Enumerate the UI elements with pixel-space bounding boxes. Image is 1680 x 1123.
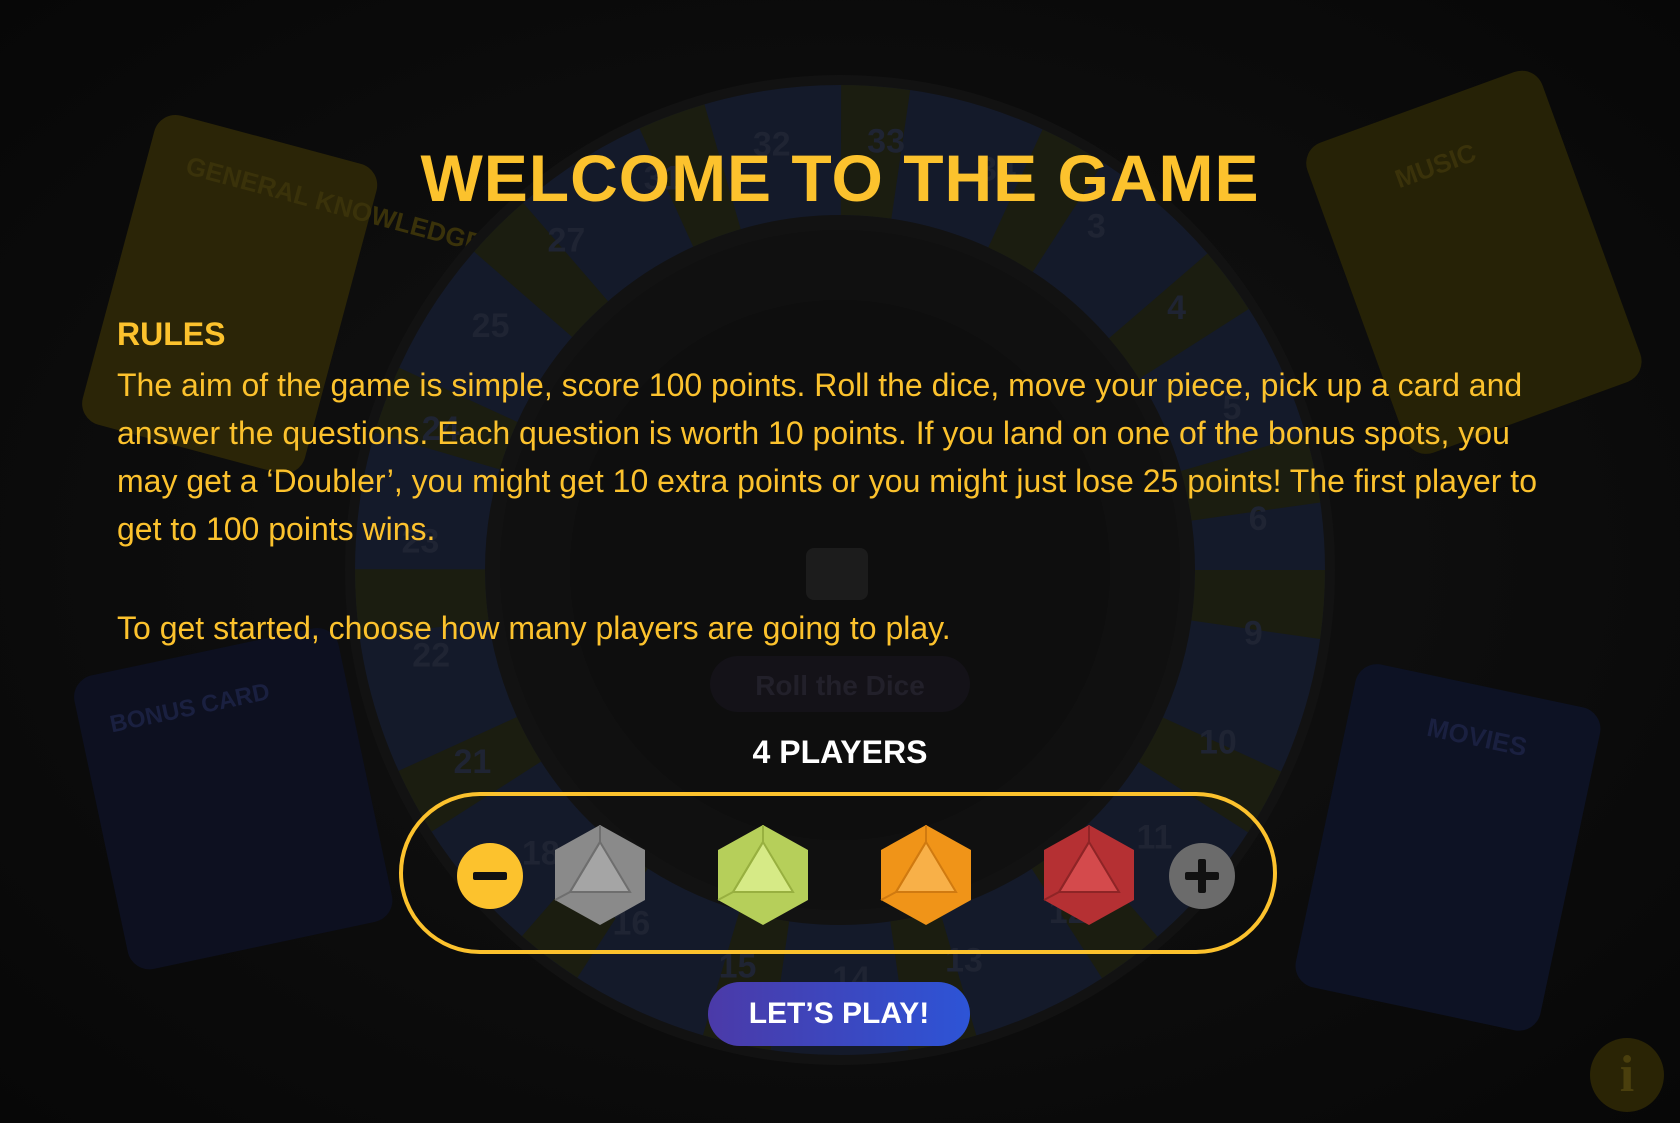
info-icon: i (1619, 1046, 1635, 1103)
player-count-label: 4 PLAYERS (752, 734, 928, 770)
decrease-players-button[interactable] (457, 843, 523, 909)
player-4-piece (1043, 825, 1134, 925)
page-title: WELCOME TO THE GAME (420, 141, 1260, 215)
info-button[interactable]: i (1590, 1038, 1664, 1112)
get-started-text: To get started, choose how many players … (117, 610, 951, 646)
rules-heading: RULES (117, 316, 226, 352)
bg-board-die (806, 548, 868, 600)
bg-board-number: 27 (547, 221, 585, 259)
player-1-piece (554, 825, 645, 925)
player-selector (399, 792, 1277, 954)
player-2-piece (717, 825, 808, 925)
lets-play-button[interactable]: LET’S PLAY! (708, 982, 970, 1046)
rules-text: The aim of the game is simple, score 100… (117, 367, 1537, 547)
game-screen: GENERAL KNOWLEDGE MUSIC BONUS CARD MOVIE… (0, 0, 1680, 1123)
bg-board-number: 25 (472, 307, 510, 345)
bg-roll-dice-label: Roll the Dice (755, 670, 925, 701)
player-3-piece (880, 825, 971, 925)
increase-players-button[interactable] (1169, 843, 1235, 909)
bg-board-number: 4 (1167, 289, 1186, 327)
